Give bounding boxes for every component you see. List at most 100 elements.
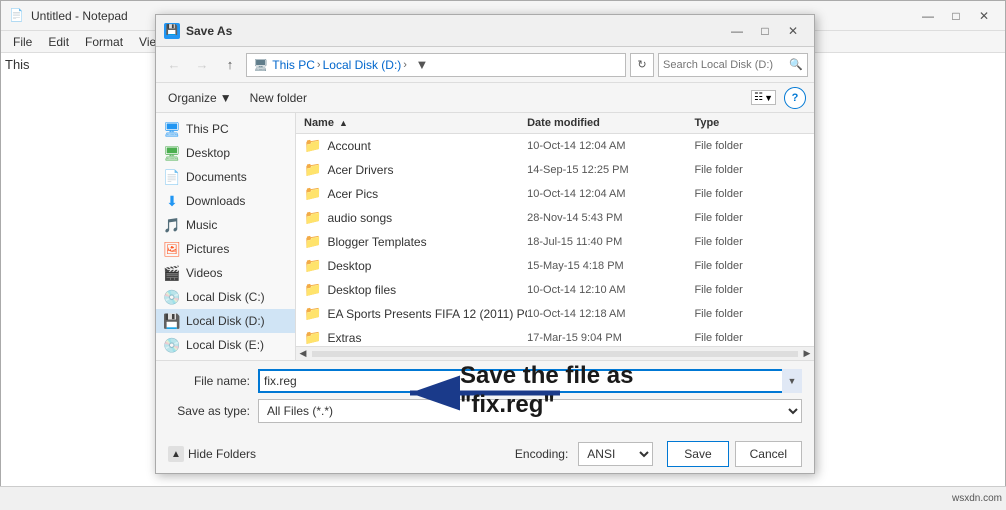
hscroll-right-btn[interactable]: ▶ [800,347,814,361]
desktop-icon: 🖥 [164,145,180,161]
sidebar-item-local-d[interactable]: 💾 Local Disk (D:) [156,309,295,333]
file-list-header: Name ▲ Date modified Type [296,113,814,134]
sidebar: 🖥 This PC 🖥 Desktop 📄 Documents ⬇ Downlo… [156,113,296,360]
cancel-button[interactable]: Cancel [735,441,802,467]
pictures-icon: 🖼 [164,241,180,257]
nav-up-btn[interactable]: ↑ [218,53,242,77]
dialog-toolbar: ← → ↑ 🖥 This PC › Local Disk (D:) › ▼ ↻ … [156,47,814,83]
notepad-minimize-btn[interactable]: — [915,5,941,27]
sidebar-item-documents[interactable]: 📄 Documents [156,165,295,189]
table-row[interactable]: 📁Acer Pics 10-Oct-14 12:04 AM File folde… [296,182,814,206]
dialog-main: 🖥 This PC 🖥 Desktop 📄 Documents ⬇ Downlo… [156,113,814,360]
hscroll-track [312,351,798,357]
table-row[interactable]: 📁EA Sports Presents FIFA 12 (2011) PC Ga… [296,302,814,326]
savetype-select[interactable]: All Files (*.*) Text Documents (*.txt) A… [258,399,802,423]
taskbar-right-text: wsxdn.com [952,493,1002,504]
dialog-titlebar-buttons: — □ ✕ [724,20,806,42]
view-chevron-icon: ▼ [764,93,773,103]
table-row[interactable]: 📁Desktop files 10-Oct-14 12:10 AM File f… [296,278,814,302]
dialog-actions-bar: Organize ▼ New folder ☷ ▼ ? [156,83,814,113]
col-header-date[interactable]: Date modified [527,117,694,129]
folder-icon: 📁 [304,185,321,202]
menu-format[interactable]: Format [77,33,131,51]
organize-label: Organize [168,91,217,105]
drive-e-icon: 💿 [164,337,180,353]
col-header-name[interactable]: Name ▲ [304,117,527,129]
nav-forward-btn[interactable]: → [190,53,214,77]
filename-input[interactable] [258,369,802,393]
savetype-row: Save as type: All Files (*.*) Text Docum… [168,399,802,423]
save-button[interactable]: Save [667,441,728,467]
drive-c-icon: 💿 [164,289,180,305]
folder-icon: 📁 [304,209,321,226]
sidebar-item-desktop[interactable]: 🖥 Desktop [156,141,295,165]
breadcrumb: This PC › Local Disk (D:) › [272,58,407,72]
taskbar: wsxdn.com [0,486,1006,510]
sort-arrow-icon: ▲ [339,118,348,128]
table-row[interactable]: 📁Desktop 15-May-15 4:18 PM File folder [296,254,814,278]
search-input[interactable] [663,59,789,71]
filename-dropdown-btn[interactable]: ▼ [782,369,802,393]
table-row[interactable]: 📁audio songs 28-Nov-14 5:43 PM File fold… [296,206,814,230]
encoding-label: Encoding: [515,447,568,461]
filename-label: File name: [168,374,258,388]
folder-icon: 📁 [304,305,321,322]
list-view-icon: ☷ [754,92,763,103]
dialog-minimize-btn[interactable]: — [724,20,750,42]
notepad-icon: 📄 [9,8,25,24]
view-buttons: ☷ ▼ ? [751,87,806,109]
filename-row: File name: ▼ [168,369,802,393]
folder-icon: 📁 [304,257,321,274]
drive-d-icon: 💾 [164,313,180,329]
hscroll-left-btn[interactable]: ◀ [296,347,310,361]
table-row[interactable]: 📁Extras 17-Mar-15 9:04 PM File folder [296,326,814,346]
filename-input-container: ▼ [258,369,802,393]
hide-icon: ▲ [168,446,184,462]
search-box[interactable]: 🔍 [658,53,808,77]
menu-file[interactable]: File [5,33,40,51]
sidebar-item-pictures[interactable]: 🖼 Pictures [156,237,295,261]
dialog-close-btn[interactable]: ✕ [780,20,806,42]
notepad-title: Untitled - Notepad [31,9,128,23]
col-header-type[interactable]: Type [694,117,806,129]
music-icon: 🎵 [164,217,180,233]
help-btn[interactable]: ? [784,87,806,109]
folder-icon: 📁 [304,161,321,178]
savetype-input-container: All Files (*.*) Text Documents (*.txt) A… [258,399,802,423]
folder-icon: 📁 [304,329,321,346]
nav-back-btn[interactable]: ← [162,53,186,77]
hide-folders-btn[interactable]: ▲ Hide Folders [168,446,256,462]
save-as-dialog: 💾 Save As — □ ✕ ← → ↑ 🖥 This PC › Local … [155,14,815,474]
folder-icon: 📁 [304,281,321,298]
menu-edit[interactable]: Edit [40,33,77,51]
sidebar-item-downloads[interactable]: ⬇ Downloads [156,189,295,213]
table-row[interactable]: 📁Blogger Templates 18-Jul-15 11:40 PM Fi… [296,230,814,254]
organize-btn[interactable]: Organize ▼ [164,89,236,107]
sidebar-item-videos[interactable]: 🎬 Videos [156,261,295,285]
view-toggle-btn[interactable]: ☷ ▼ [751,90,776,105]
encoding-select[interactable]: ANSI UTF-8 Unicode [578,442,653,466]
address-bar[interactable]: 🖥 This PC › Local Disk (D:) › ▼ [246,53,626,77]
address-refresh-btn[interactable]: ↻ [630,53,654,77]
horizontal-scrollbar[interactable]: ◀ ▶ [296,346,814,360]
sidebar-item-local-c[interactable]: 💿 Local Disk (C:) [156,285,295,309]
table-row[interactable]: 📁Acer Drivers 14-Sep-15 12:25 PM File fo… [296,158,814,182]
new-folder-btn[interactable]: New folder [244,89,313,107]
organize-chevron-icon: ▼ [220,91,232,105]
address-dropdown-btn[interactable]: ▼ [411,54,433,76]
dialog-buttons-row: ▲ Hide Folders Encoding: ANSI UTF-8 Unic… [156,437,814,473]
sidebar-item-local-e[interactable]: 💿 Local Disk (E:) [156,333,295,357]
drive-icon: 🖥 [253,58,268,72]
folder-icon: 📁 [304,137,321,154]
dialog-bottom-form: File name: ▼ Save as type: All Files (*.… [156,360,814,437]
sidebar-item-music[interactable]: 🎵 Music [156,213,295,237]
dialog-icon: 💾 [164,23,180,39]
notepad-close-btn[interactable]: ✕ [971,5,997,27]
breadcrumb-thispc[interactable]: This PC [272,58,315,72]
dialog-titlebar: 💾 Save As — □ ✕ [156,15,814,47]
breadcrumb-localdisk[interactable]: Local Disk (D:) [323,58,402,72]
table-row[interactable]: 📁Account 10-Oct-14 12:04 AM File folder [296,134,814,158]
sidebar-item-thispc[interactable]: 🖥 This PC [156,117,295,141]
notepad-restore-btn[interactable]: □ [943,5,969,27]
dialog-restore-btn[interactable]: □ [752,20,778,42]
